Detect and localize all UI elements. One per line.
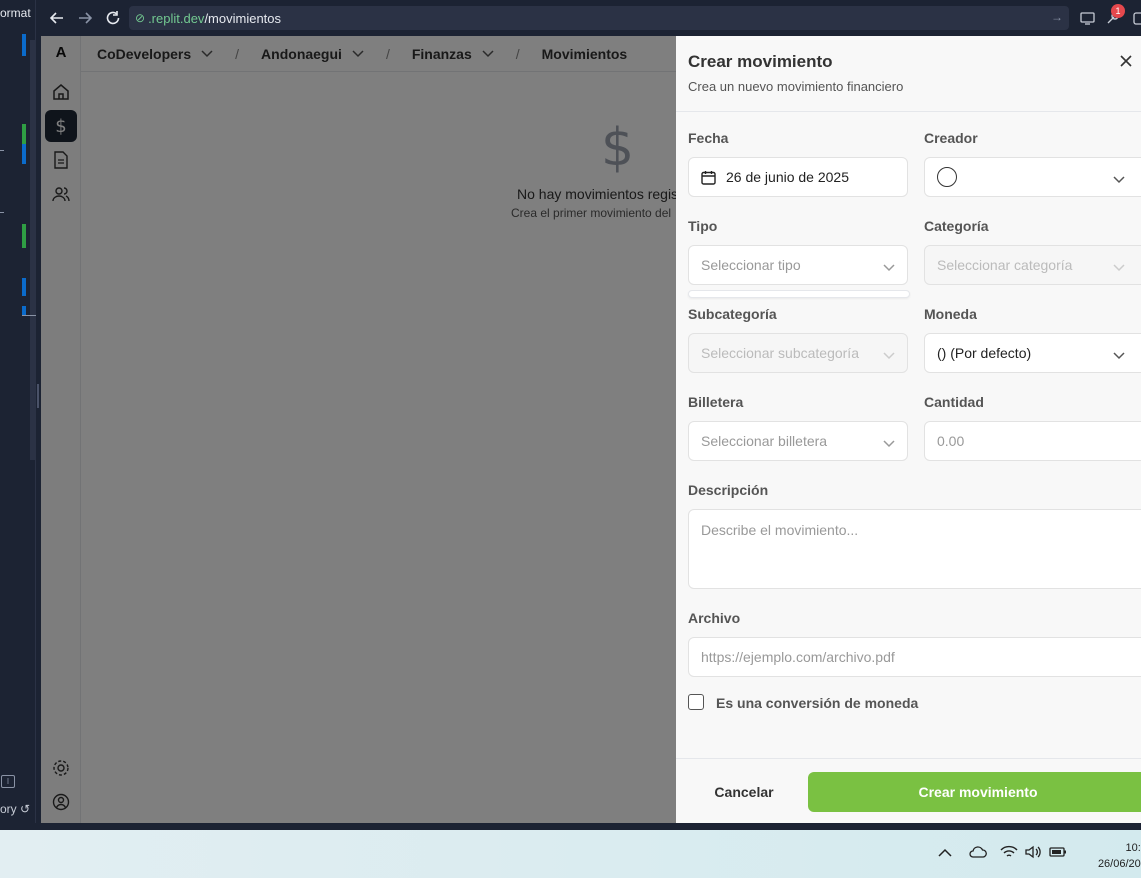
minimap-mark — [22, 144, 26, 164]
billetera-select[interactable]: Seleccionar billetera — [688, 421, 908, 461]
clock-date: 26/06/2025 — [1097, 858, 1141, 870]
descripcion-textarea[interactable]: Describe el movimiento... — [688, 509, 1141, 589]
moneda-label: Moneda — [924, 306, 977, 322]
url-domain: .replit.dev — [148, 10, 205, 26]
editor-guide — [0, 212, 4, 213]
descripcion-label: Descripción — [688, 482, 769, 498]
editor-guide — [22, 315, 36, 316]
history-label: ory — [0, 802, 17, 816]
clock-time: 10:29 — [1125, 842, 1141, 854]
fecha-date-picker[interactable]: 26 de junio de 2025 — [688, 157, 908, 197]
categoria-placeholder: Seleccionar categoría — [937, 257, 1073, 273]
back-icon[interactable] — [48, 9, 66, 27]
devices-icon[interactable] — [1078, 9, 1096, 27]
editor-scrollbar[interactable] — [30, 40, 36, 460]
editor-tab-fragment[interactable]: ormat — [0, 6, 31, 20]
creador-select[interactable] — [924, 157, 1141, 197]
link-icon: ⊘ — [135, 11, 146, 25]
chevron-down-icon — [1113, 171, 1125, 187]
chevron-up-icon[interactable] — [938, 845, 952, 861]
history-fragment[interactable]: ory ↺ — [0, 802, 30, 816]
browser-toolbar: ⊘ .replit.dev /movimientos → 1 — [36, 0, 1141, 36]
editor-strip: ormat I ory ↺ — [0, 0, 36, 823]
minimap-mark — [22, 34, 26, 56]
dialog-title: Crear movimiento — [688, 52, 833, 71]
chevron-down-icon — [1113, 259, 1125, 275]
archivo-placeholder: https://ejemplo.com/archivo.pdf — [701, 649, 895, 665]
conversion-checkbox[interactable] — [688, 694, 704, 710]
minimap-mark — [22, 124, 26, 144]
cloud-icon[interactable] — [969, 845, 987, 861]
minimap-mark — [22, 278, 26, 296]
cantidad-input[interactable]: 0.00 — [924, 421, 1141, 461]
create-movement-button[interactable]: Crear movimiento — [808, 772, 1141, 812]
moneda-value: () (Por defecto) — [937, 345, 1032, 361]
system-clock[interactable]: 10:29 26/06/2025 — [1083, 840, 1141, 872]
url-bar[interactable]: ⊘ .replit.dev /movimientos → — [129, 6, 1069, 30]
wifi-icon[interactable] — [1000, 845, 1018, 862]
pane-resize-handle[interactable] — [37, 384, 39, 408]
history-icon: ↺ — [20, 802, 31, 816]
billetera-label: Billetera — [688, 394, 744, 410]
new-tab-icon[interactable] — [1130, 9, 1141, 27]
descripcion-placeholder: Describe el movimiento... — [701, 522, 859, 538]
editor-guide — [0, 150, 4, 151]
battery-icon[interactable] — [1049, 845, 1067, 861]
fecha-label: Fecha — [688, 130, 729, 146]
chevron-down-icon — [1113, 347, 1125, 363]
moneda-select[interactable]: () (Por defecto) — [924, 333, 1141, 373]
dialog-footer: Cancelar Crear movimiento — [676, 758, 1141, 823]
reload-icon[interactable] — [104, 9, 122, 27]
window-bottom-edge — [0, 823, 1141, 830]
tipo-dropdown-menu — [688, 290, 910, 298]
close-icon[interactable] — [1119, 54, 1135, 70]
terminal-icon[interactable]: I — [1, 775, 15, 788]
minimap-mark — [22, 224, 26, 248]
create-movement-dialog: Crear movimiento Crea un nuevo movimient… — [676, 36, 1141, 823]
open-external-icon[interactable]: → — [1051, 10, 1063, 24]
subcategoria-select[interactable]: Seleccionar subcategoría — [688, 333, 908, 373]
billetera-placeholder: Seleccionar billetera — [701, 433, 828, 449]
conversion-label[interactable]: Es una conversión de moneda — [716, 695, 918, 711]
chevron-down-icon — [883, 347, 895, 363]
categoria-select[interactable]: Seleccionar categoría — [924, 245, 1141, 285]
avatar — [937, 167, 957, 187]
fecha-value: 26 de junio de 2025 — [726, 169, 849, 185]
creador-label: Creador — [924, 130, 978, 146]
tipo-label: Tipo — [688, 218, 718, 234]
archivo-label: Archivo — [688, 610, 741, 626]
chevron-down-icon — [883, 435, 895, 451]
dialog-description: Crea un nuevo movimiento financiero — [688, 79, 904, 94]
subcategoria-placeholder: Seleccionar subcategoría — [701, 345, 859, 361]
url-path: /movimientos — [204, 10, 282, 26]
volume-icon[interactable] — [1024, 845, 1042, 862]
tipo-placeholder: Seleccionar tipo — [701, 257, 801, 273]
tipo-select[interactable]: Seleccionar tipo — [688, 245, 908, 285]
forward-icon[interactable] — [76, 9, 94, 27]
cantidad-placeholder: 0.00 — [937, 433, 965, 449]
chevron-down-icon — [883, 259, 895, 275]
notification-badge: 1 — [1111, 4, 1125, 18]
categoria-label: Categoría — [924, 218, 989, 234]
subcategoria-label: Subcategoría — [688, 306, 777, 322]
cancel-button[interactable]: Cancelar — [688, 772, 800, 812]
archivo-input[interactable]: https://ejemplo.com/archivo.pdf — [688, 637, 1141, 677]
dialog-header: Crear movimiento Crea un nuevo movimient… — [676, 36, 1141, 112]
calendar-icon — [701, 170, 716, 185]
cantidad-label: Cantidad — [924, 394, 984, 410]
